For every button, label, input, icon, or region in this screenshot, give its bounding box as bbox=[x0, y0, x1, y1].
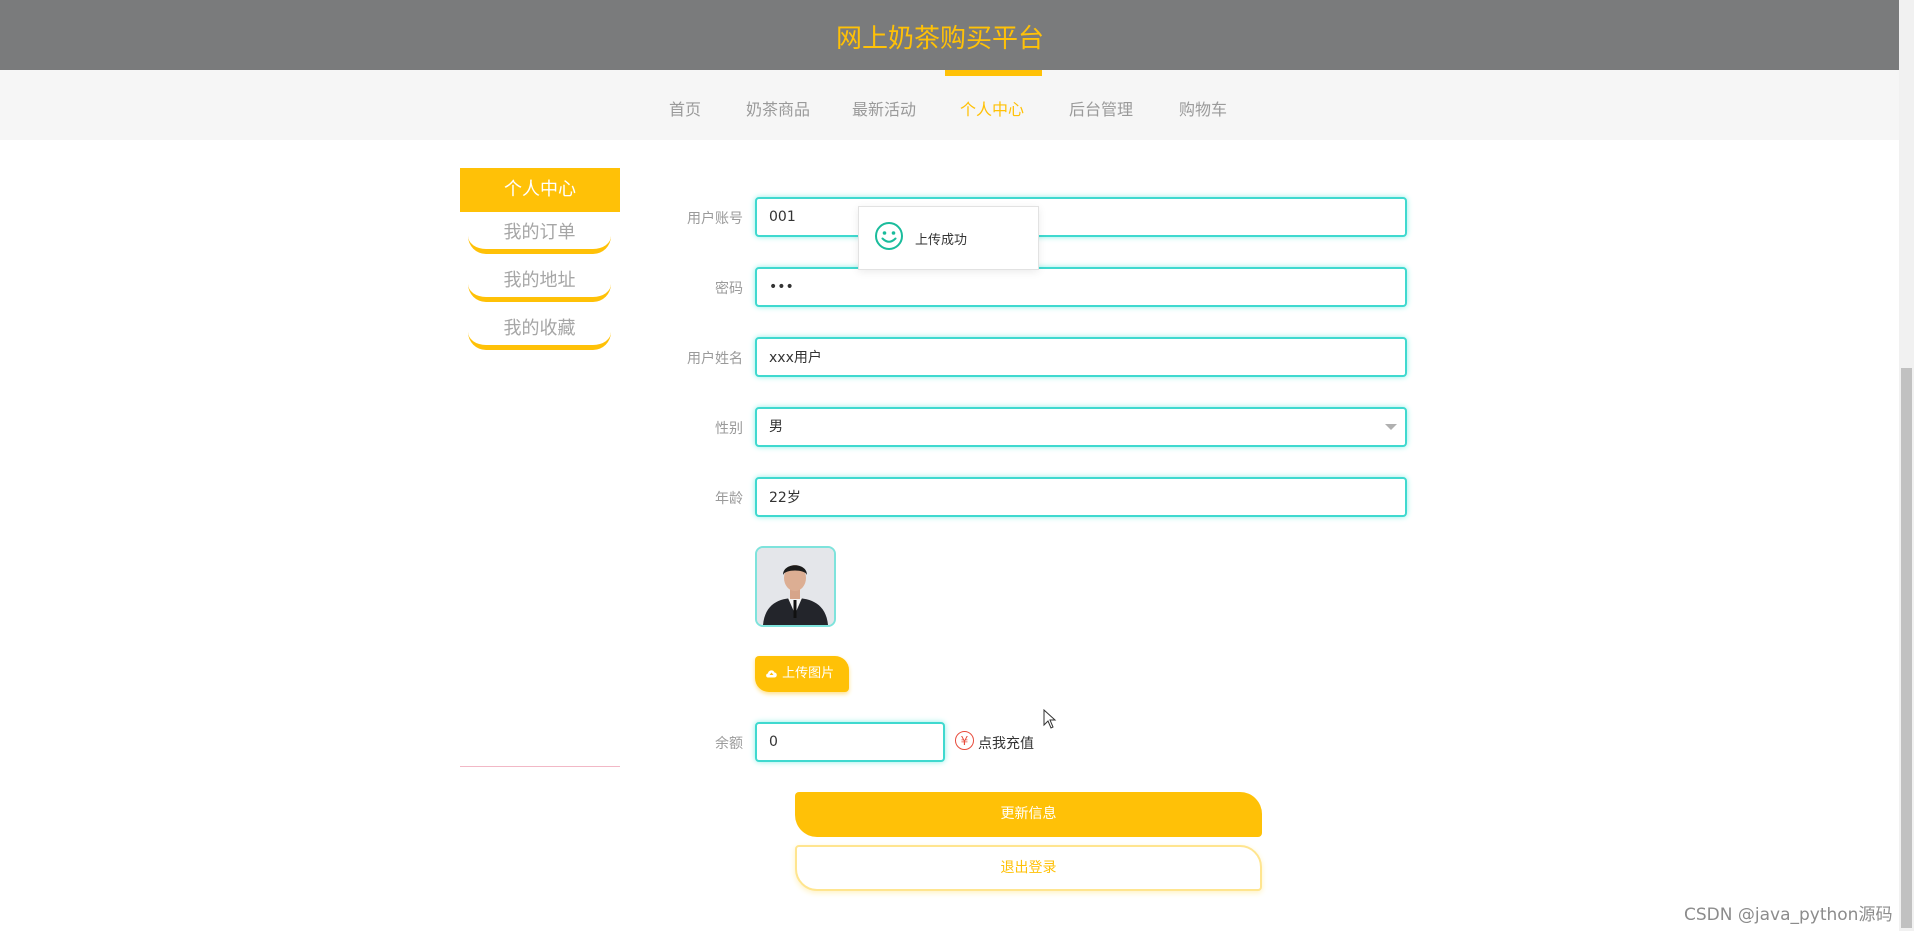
sidebar-item-favorites[interactable]: 我的收藏 bbox=[468, 310, 611, 350]
update-info-button[interactable]: 更新信息 bbox=[795, 792, 1262, 837]
gender-label: 性别 bbox=[715, 421, 743, 437]
smile-icon bbox=[875, 222, 903, 250]
sidebar-item-orders[interactable]: 我的订单 bbox=[468, 214, 611, 254]
upload-image-button[interactable]: 上传图片 bbox=[755, 656, 849, 692]
yuan-icon[interactable]: ¥ bbox=[955, 731, 974, 750]
cloud-upload-icon bbox=[766, 670, 777, 678]
nav-home[interactable]: 首页 bbox=[669, 96, 701, 120]
chevron-down-icon[interactable] bbox=[1385, 424, 1397, 430]
balance-label: 余额 bbox=[715, 736, 743, 752]
account-input[interactable] bbox=[755, 197, 1407, 237]
nav-personal-center[interactable]: 个人中心 bbox=[960, 96, 1024, 120]
account-label: 用户账号 bbox=[687, 211, 743, 227]
upload-success-toast: 上传成功 bbox=[858, 206, 1039, 270]
gender-selected-value: 男 bbox=[769, 419, 783, 435]
nav-latest-events[interactable]: 最新活动 bbox=[852, 96, 916, 120]
nav-milk-tea-products[interactable]: 奶茶商品 bbox=[746, 96, 810, 120]
avatar[interactable] bbox=[755, 546, 836, 627]
password-label: 密码 bbox=[715, 281, 743, 297]
name-input[interactable] bbox=[755, 337, 1407, 377]
age-label: 年龄 bbox=[715, 491, 743, 507]
watermark: CSDN @java_python源码 bbox=[1684, 905, 1893, 925]
age-input[interactable] bbox=[755, 477, 1407, 517]
site-title: 网上奶茶购买平台 bbox=[835, 24, 1044, 54]
sidebar-title[interactable]: 个人中心 bbox=[460, 168, 620, 212]
sidebar-item-addresses[interactable]: 我的地址 bbox=[468, 262, 611, 302]
main-nav: 首页 奶茶商品 最新活动 个人中心 后台管理 购物车 bbox=[0, 70, 1914, 140]
logout-button[interactable]: 退出登录 bbox=[795, 845, 1262, 891]
nav-active-indicator bbox=[945, 70, 1042, 76]
toast-message: 上传成功 bbox=[915, 233, 968, 248]
recharge-link[interactable]: 点我充值 bbox=[978, 733, 1034, 753]
nav-admin[interactable]: 后台管理 bbox=[1069, 96, 1133, 120]
top-header: 网上奶茶购买平台 bbox=[0, 0, 1914, 70]
mouse-cursor-icon bbox=[1043, 709, 1057, 729]
upload-image-label: 上传图片 bbox=[782, 666, 835, 681]
gender-select[interactable]: 男 bbox=[755, 407, 1407, 447]
nav-cart[interactable]: 购物车 bbox=[1179, 96, 1227, 120]
page-scrollbar-thumb[interactable] bbox=[1901, 368, 1912, 928]
sidebar-divider bbox=[460, 766, 620, 767]
password-input[interactable] bbox=[755, 267, 1407, 307]
name-label: 用户姓名 bbox=[687, 351, 743, 367]
balance-input[interactable] bbox=[755, 722, 945, 762]
person-portrait-icon bbox=[757, 548, 834, 625]
